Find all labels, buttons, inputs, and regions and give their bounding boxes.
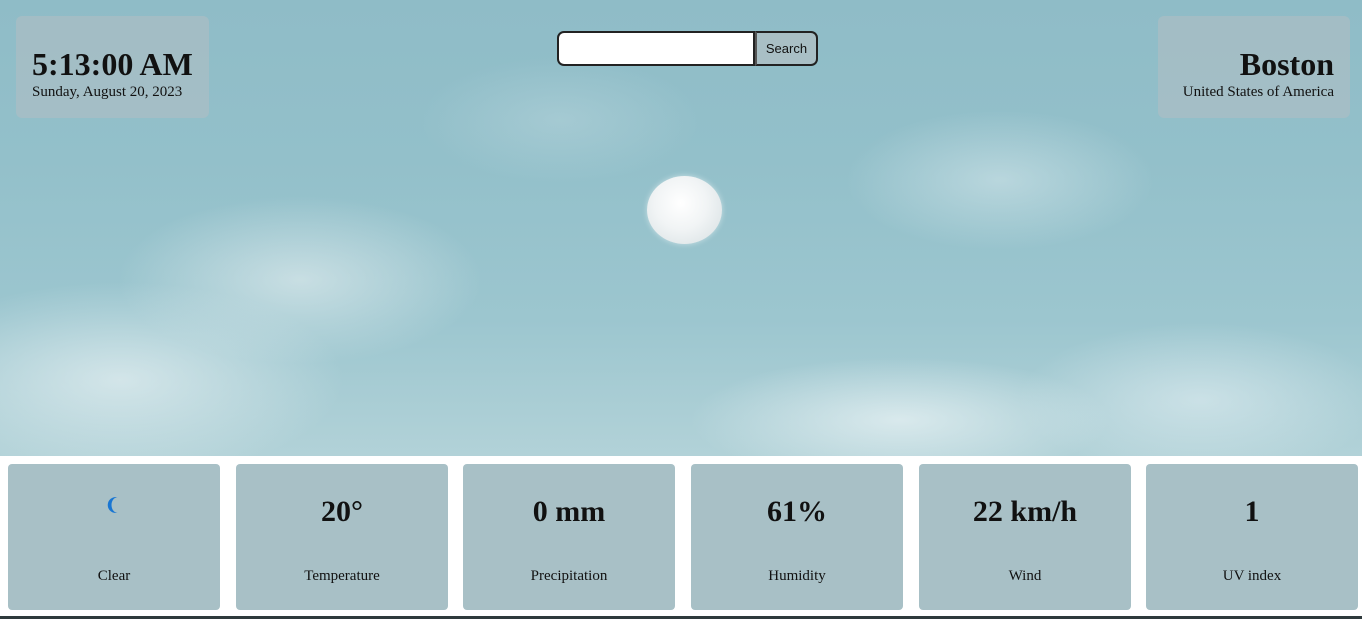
stat-card-conditions: Clear [8,464,220,610]
wind-value: 22 km/h [972,495,1078,528]
city-name: Boston [1239,46,1334,82]
stat-card-precipitation: 0 mm Precipitation [463,464,675,610]
current-date: Sunday, August 20, 2023 [32,84,183,100]
uv-index-label: UV index [1222,568,1282,584]
clock-card: 5:13:00 AM Sunday, August 20, 2023 [16,16,209,118]
uv-index-value: 1 [1244,495,1260,528]
precipitation-label: Precipitation [530,568,608,584]
search-button[interactable]: Search [755,31,818,66]
conditions-label: Clear [97,568,131,584]
location-card: Boston United States of America [1158,16,1350,118]
country-name: United States of America [1182,84,1334,100]
search-bar: Search [557,31,818,66]
stat-card-humidity: 61% Humidity [691,464,903,610]
wind-label: Wind [1008,568,1042,584]
weather-app: 5:13:00 AM Sunday, August 20, 2023 Searc… [0,0,1362,619]
current-time: 5:13:00 AM [32,46,193,82]
temperature-label: Temperature [304,568,380,584]
moon-image [647,176,722,244]
humidity-value: 61% [767,495,827,528]
stat-card-wind: 22 km/h Wind [919,464,1131,610]
stat-card-uv-index: 1 UV index [1146,464,1358,610]
stat-card-temperature: 20° Temperature [236,464,448,610]
crescent-moon-icon [107,497,118,513]
humidity-label: Humidity [768,568,826,584]
search-input[interactable] [557,31,755,66]
precipitation-value: 0 mm [532,495,606,528]
temperature-value: 20° [321,495,363,528]
